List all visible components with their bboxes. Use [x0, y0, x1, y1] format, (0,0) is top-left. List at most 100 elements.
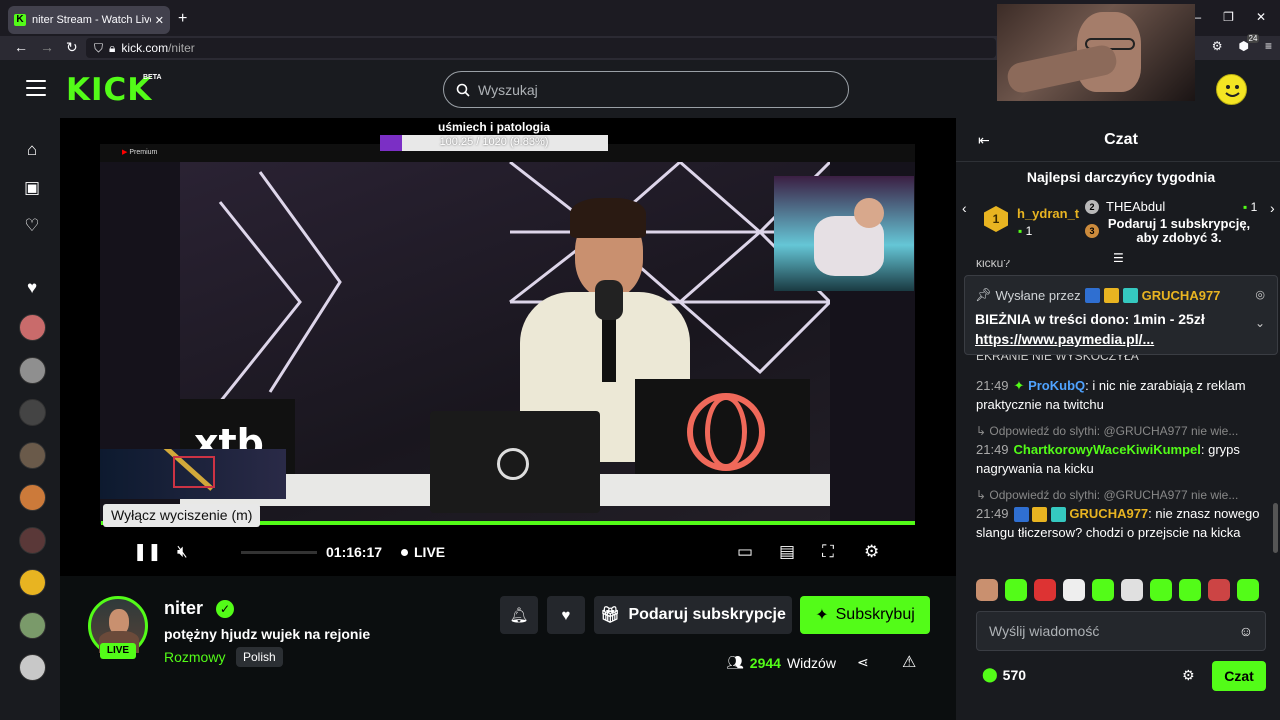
- pinned-user[interactable]: GRUCHA977: [1142, 288, 1221, 303]
- follow-button[interactable]: ♥: [547, 596, 585, 634]
- new-tab-button[interactable]: +: [178, 10, 187, 28]
- heart-icon[interactable]: ♥: [22, 278, 42, 298]
- tab-close-icon[interactable]: ✕: [155, 14, 164, 27]
- followed-channel-avatar[interactable]: [19, 314, 46, 341]
- hide-eye-icon[interactable]: ◎: [1255, 288, 1265, 301]
- chevron-down-icon[interactable]: ⌄: [1255, 316, 1265, 330]
- emote-icon[interactable]: [1121, 579, 1143, 601]
- expand-icon[interactable]: ☰: [1113, 251, 1124, 265]
- chat-username[interactable]: ChartkorowyWaceKiwiKumpel: [1014, 442, 1201, 457]
- kick-logo[interactable]: KICK: [66, 72, 152, 108]
- followed-channel-avatar[interactable]: [19, 484, 46, 511]
- extension-icon[interactable]: ⚙: [1212, 39, 1223, 53]
- followed-channel-avatar[interactable]: [19, 611, 46, 639]
- chat-username[interactable]: GRUCHA977: [1069, 506, 1148, 521]
- reply-context[interactable]: ↳ Odpowiedź do slythi: @GRUCHA977 nie wi…: [976, 424, 1238, 438]
- emote-icon[interactable]: [1237, 579, 1259, 601]
- chevron-left-icon[interactable]: ‹: [962, 200, 967, 216]
- url-host: kick.com: [121, 41, 169, 55]
- knife-icon: [152, 435, 215, 491]
- back-icon[interactable]: ←: [14, 39, 28, 55]
- laptop: [430, 411, 600, 513]
- clip-icon[interactable]: ▭: [737, 542, 753, 562]
- points-value: 570: [1002, 666, 1027, 683]
- forward-icon[interactable]: →: [40, 39, 54, 55]
- chat-username[interactable]: ProKubQ: [1028, 378, 1085, 393]
- live-badge: LIVE: [100, 643, 136, 659]
- followed-channel-avatar[interactable]: [19, 356, 46, 384]
- adblock-icon[interactable]: ⬢ 24: [1239, 34, 1260, 53]
- heart-outline-icon[interactable]: ♡: [22, 216, 42, 236]
- followed-channel-avatar[interactable]: [19, 526, 46, 554]
- followed-channel-avatar[interactable]: [19, 441, 46, 469]
- search-icon: [456, 83, 470, 97]
- tab-title: niter Stream - Watch Live on Ki: [32, 14, 151, 26]
- reload-icon[interactable]: ↻: [66, 39, 78, 56]
- emote-icon[interactable]: [1063, 579, 1085, 601]
- menu-icon[interactable]: ≡: [1265, 39, 1272, 53]
- chat-settings-icon[interactable]: ⚙: [1182, 667, 1195, 684]
- muted-speaker-icon[interactable]: 🔇︎: [177, 542, 188, 562]
- gift-icon: ▪: [1018, 224, 1023, 238]
- badge-icon: ✦: [1013, 378, 1025, 393]
- browser-extensions: ⚙ ⬢ 24 ≡: [1212, 34, 1272, 53]
- stream-title: potężny hjudz wujek na rejonie: [164, 626, 371, 642]
- emote-icon[interactable]: [1034, 579, 1056, 601]
- chat-message: 21:49 ChartkorowyWaceKiwiKumpel: gryps na…: [976, 442, 1240, 476]
- maximize-icon[interactable]: ❐: [1223, 10, 1234, 24]
- emote-icon[interactable]: [1150, 579, 1172, 601]
- emote-icon[interactable]: [1208, 579, 1230, 601]
- pause-icon[interactable]: ❚❚: [133, 542, 162, 562]
- emoji-icon[interactable]: ☺: [1239, 623, 1253, 639]
- extension-badge: 24: [1246, 34, 1260, 43]
- streamer-name[interactable]: niter: [164, 598, 203, 619]
- video-player[interactable]: ▶ Premium xtb uśmiech i patologia 100.25…: [60, 118, 956, 576]
- language-tag[interactable]: Polish: [236, 647, 283, 667]
- reply-context[interactable]: ↳ Odpowiedź do slythi: @GRUCHA977 nie wi…: [976, 488, 1238, 502]
- video-frame: ▶ Premium xtb: [100, 144, 915, 524]
- fullscreen-icon[interactable]: ⛶: [822, 542, 834, 562]
- settings-gear-icon[interactable]: ⚙: [864, 542, 879, 562]
- gift-subscription-label: Podaruj subskrypcje: [628, 606, 786, 623]
- channel-info: LIVE niter ✓ potężny hjudz wujek na rejo…: [60, 576, 956, 720]
- home-icon[interactable]: ⌂: [22, 140, 42, 160]
- user-avatar[interactable]: [1216, 74, 1247, 105]
- subscribe-button[interactable]: ✦ Subskrybuj: [800, 596, 930, 634]
- category-link[interactable]: Rozmowy: [164, 649, 225, 665]
- channel-points[interactable]: ⬤ 570: [982, 666, 1026, 683]
- emote-icon[interactable]: [1092, 579, 1114, 601]
- send-chat-button[interactable]: Czat: [1212, 661, 1266, 691]
- pinned-link[interactable]: https://www.paymedia.pl/...: [975, 331, 1154, 347]
- notifications-button[interactable]: 🔔︎: [500, 596, 538, 634]
- report-warning-icon[interactable]: ⚠: [902, 652, 916, 672]
- chat-input-box[interactable]: ☺: [976, 611, 1266, 651]
- emote-icon[interactable]: [976, 579, 998, 601]
- emote-icon[interactable]: [1005, 579, 1027, 601]
- browser-tab[interactable]: K niter Stream - Watch Live on Ki ✕: [8, 6, 170, 34]
- theater-mode-icon[interactable]: ▤: [779, 542, 795, 562]
- search-box[interactable]: [443, 71, 849, 108]
- followed-channel-avatar[interactable]: [19, 569, 46, 596]
- chevron-right-icon[interactable]: ›: [1270, 200, 1275, 216]
- opera-logo: [635, 379, 810, 489]
- following-icon[interactable]: ▣: [22, 178, 42, 198]
- chat-input[interactable]: [989, 623, 1239, 639]
- pinned-by: 📌︎ Wysłane przez GRUCHA977: [975, 287, 1220, 303]
- url-bar[interactable]: ⛉ 🔒︎ kick.com/niter: [86, 38, 996, 58]
- volume-slider[interactable]: [241, 551, 317, 554]
- picture-in-picture-cam: [774, 176, 914, 291]
- chat-scrollbar[interactable]: [1273, 503, 1278, 553]
- gifter-1-name[interactable]: h_ydran_t: [1017, 206, 1079, 221]
- hamburger-menu-icon[interactable]: [26, 80, 46, 96]
- points-icon: ⬤: [982, 666, 998, 682]
- close-window-icon[interactable]: ✕: [1256, 10, 1266, 24]
- search-input[interactable]: [478, 81, 818, 98]
- gifter-2-name[interactable]: THEAbdul: [1106, 199, 1165, 214]
- emote-icon[interactable]: [1179, 579, 1201, 601]
- followed-channel-avatar[interactable]: [19, 399, 46, 426]
- live-indicator[interactable]: LIVE: [414, 544, 445, 560]
- share-icon[interactable]: ⋖: [857, 654, 869, 671]
- followed-channel-avatar[interactable]: [19, 654, 46, 681]
- pinned-message[interactable]: 📌︎ Wysłane przez GRUCHA977 ◎ BIEŻNIA w t…: [964, 275, 1278, 355]
- gift-subscription-button[interactable]: 🎁︎ Podaruj subskrypcje: [594, 596, 792, 634]
